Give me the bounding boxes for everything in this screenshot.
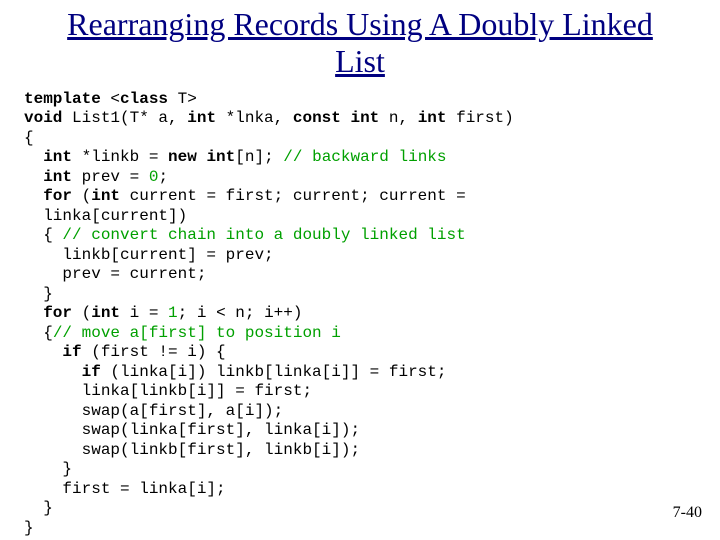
- kw-int: int: [418, 109, 447, 127]
- code-text: }: [24, 460, 72, 478]
- comment: // move a[first] to position i: [53, 324, 341, 342]
- slide-title: Rearranging Records Using A Doubly Linke…: [40, 6, 680, 80]
- code-text: [24, 168, 43, 186]
- code-text: *lnka,: [216, 109, 293, 127]
- number-literal: 0: [149, 168, 159, 186]
- kw-int: int: [91, 187, 120, 205]
- code-text: i =: [120, 304, 168, 322]
- kw-const-int: const int: [293, 109, 379, 127]
- code-text: [24, 304, 43, 322]
- code-text: [197, 148, 207, 166]
- kw-if: if: [82, 363, 101, 381]
- code-text: }: [24, 285, 53, 303]
- code-text: {: [24, 129, 34, 147]
- comment: // backward links: [283, 148, 446, 166]
- kw-void: void: [24, 109, 62, 127]
- comment: // convert chain into a doubly linked li…: [62, 226, 465, 244]
- code-text: (: [72, 187, 91, 205]
- kw-template: template: [24, 90, 101, 108]
- kw-new: new: [168, 148, 197, 166]
- code-text: linka[current]): [24, 207, 187, 225]
- code-text: List1(T* a,: [62, 109, 187, 127]
- kw-int: int: [91, 304, 120, 322]
- kw-for: for: [43, 187, 72, 205]
- code-text: [24, 187, 43, 205]
- code-text: [n];: [235, 148, 283, 166]
- code-text: }: [24, 519, 34, 537]
- code-text: {: [24, 324, 53, 342]
- kw-int: int: [43, 148, 72, 166]
- code-text: ;: [158, 168, 168, 186]
- code-text: [24, 148, 43, 166]
- code-text: (linka[i]) linkb[linka[i]] = first;: [101, 363, 447, 381]
- code-block: template <class T> void List1(T* a, int …: [24, 90, 720, 539]
- code-text: prev =: [72, 168, 149, 186]
- code-text: linkb[current] = prev;: [24, 246, 274, 264]
- kw-int: int: [206, 148, 235, 166]
- code-text: (first != i) {: [82, 343, 226, 361]
- page-number: 7-40: [673, 504, 702, 522]
- code-text: linka[linkb[i]] = first;: [24, 382, 312, 400]
- kw-int: int: [187, 109, 216, 127]
- kw-for: for: [43, 304, 72, 322]
- kw-if: if: [62, 343, 81, 361]
- code-text: swap(linka[first], linka[i]);: [24, 421, 360, 439]
- code-text: [24, 343, 62, 361]
- code-text: swap(linkb[first], linkb[i]);: [24, 441, 360, 459]
- code-text: *linkb =: [72, 148, 168, 166]
- code-text: current = first; current; current =: [120, 187, 466, 205]
- code-text: {: [24, 226, 62, 244]
- code-text: (: [72, 304, 91, 322]
- slide: Rearranging Records Using A Doubly Linke…: [0, 6, 720, 540]
- number-literal: 1: [168, 304, 178, 322]
- code-text: T>: [168, 90, 197, 108]
- code-text: first): [447, 109, 514, 127]
- code-text: ; i < n; i++): [178, 304, 303, 322]
- code-text: prev = current;: [24, 265, 206, 283]
- code-text: [24, 363, 82, 381]
- code-text: swap(a[first], a[i]);: [24, 402, 283, 420]
- code-text: n,: [379, 109, 417, 127]
- code-text: }: [24, 499, 53, 517]
- code-text: first = linka[i];: [24, 480, 226, 498]
- kw-int: int: [43, 168, 72, 186]
- kw-class: class: [120, 90, 168, 108]
- code-text: <: [101, 90, 120, 108]
